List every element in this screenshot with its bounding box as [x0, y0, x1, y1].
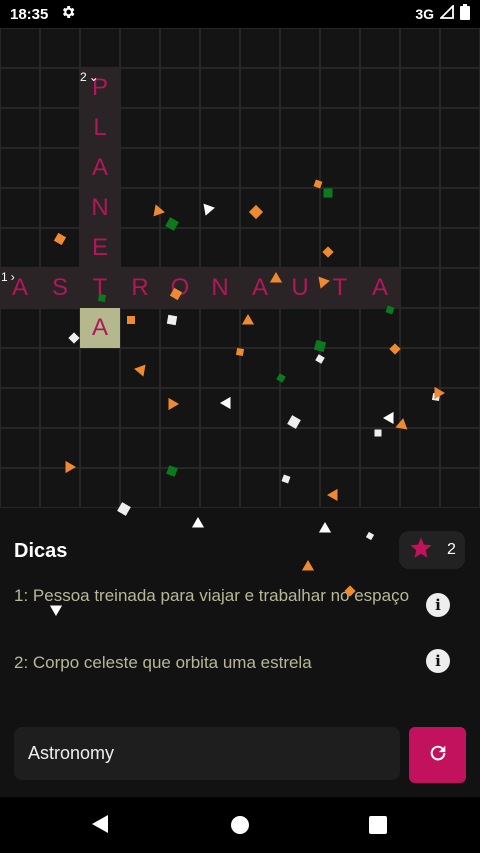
down-cell[interactable]: L	[80, 108, 120, 148]
down-cell[interactable]: E	[80, 228, 120, 268]
score-count: 2	[447, 541, 456, 558]
across-cell[interactable]: T	[80, 268, 120, 308]
navigation-bar	[0, 797, 480, 853]
clues-title: Dicas	[14, 540, 68, 562]
refresh-button[interactable]	[409, 727, 466, 783]
down-cell[interactable]: A	[80, 148, 120, 188]
across-cell[interactable]: A	[240, 268, 280, 308]
across-cell[interactable]: A	[360, 268, 400, 308]
status-indicators: 3G	[415, 3, 470, 24]
across-cell[interactable]: N	[200, 268, 240, 308]
across-cell[interactable]: S	[40, 268, 80, 308]
clue-item-1[interactable]: 1: Pessoa treinada para viajar e trabalh…	[14, 585, 414, 606]
score-badge: 2	[399, 531, 465, 569]
answer-value: Astronomy	[28, 743, 115, 763]
clue-number-1: 1 ›	[1, 270, 15, 284]
battery-icon	[460, 4, 470, 24]
across-cell[interactable]: R	[120, 268, 160, 308]
info-icon[interactable]: i	[426, 593, 450, 617]
crossword-board[interactable]: PLANEAASTRONAUTA 2 ⌄ 1 ›	[0, 28, 480, 508]
clue-number-2: 2 ⌄	[80, 70, 99, 84]
screen: 18:35 3G PLANEAASTRONAUTA 2 ⌄ 1 › Dicas 2 …	[0, 0, 480, 853]
down-cell[interactable]: N	[80, 188, 120, 228]
answer-input[interactable]: Astronomy	[14, 727, 400, 780]
network-type: 3G	[415, 6, 434, 22]
clue-item-2[interactable]: 2: Corpo celeste que orbita uma estrela	[14, 652, 414, 673]
signal-icon	[438, 3, 454, 23]
status-time: 18:35	[10, 5, 49, 23]
status-bar: 18:35 3G	[0, 0, 480, 28]
back-icon[interactable]	[90, 813, 110, 840]
gear-icon	[60, 4, 76, 24]
active-cell[interactable]: A	[80, 308, 120, 348]
refresh-icon	[427, 742, 449, 769]
star-icon	[409, 536, 433, 565]
recents-icon[interactable]	[369, 816, 387, 839]
across-cell[interactable]: T	[320, 268, 360, 308]
home-icon[interactable]	[230, 815, 250, 840]
across-cell[interactable]: U	[280, 268, 320, 308]
across-cell[interactable]: O	[160, 268, 200, 308]
info-icon[interactable]: i	[426, 649, 450, 673]
